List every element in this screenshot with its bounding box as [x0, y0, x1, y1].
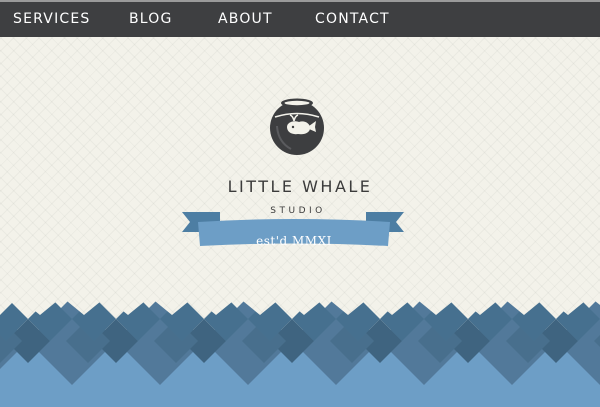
nav-about-link[interactable]: ABOUT — [218, 11, 273, 27]
whale-fishbowl-icon — [270, 98, 324, 155]
brand-title: LITTLE WHALE — [227, 177, 373, 196]
established-label: est'd MMXI — [256, 234, 332, 248]
top-navigation-bar: SERVICES BLOG ABOUT CONTACT — [0, 0, 600, 37]
nav-services-link[interactable]: SERVICES — [13, 11, 91, 27]
nav-blog-link[interactable]: BLOG — [129, 11, 173, 27]
nav-contact-link[interactable]: CONTACT — [315, 11, 390, 27]
diamond-pattern-decoration — [0, 297, 600, 407]
